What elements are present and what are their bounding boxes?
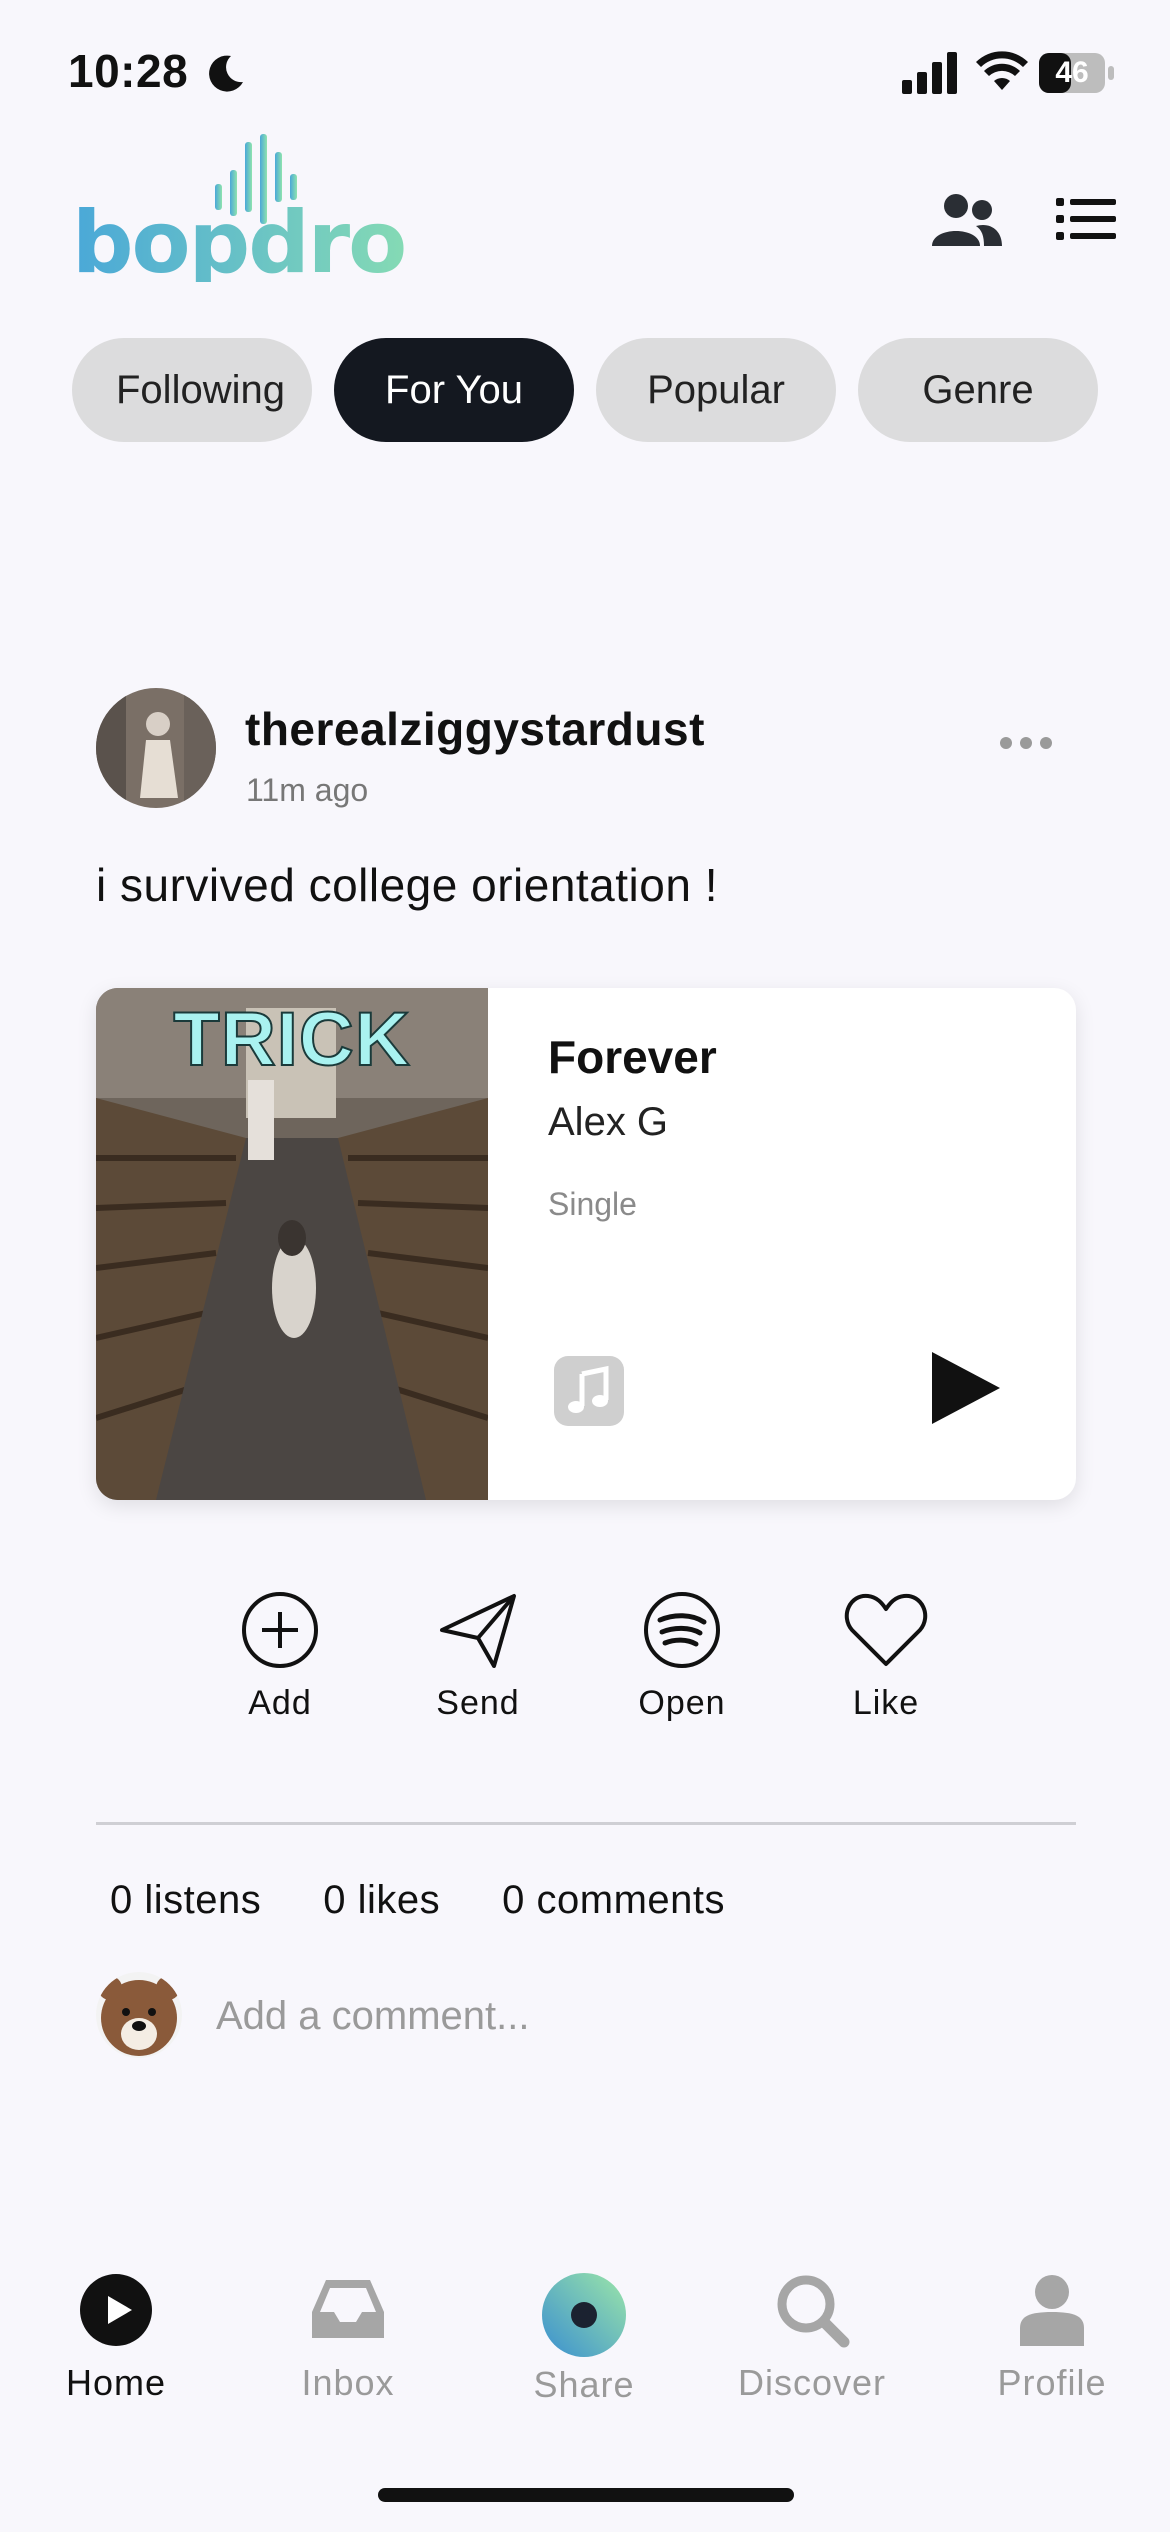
nav-inbox-label: Inbox xyxy=(301,2362,395,2403)
status-time: 10:28 xyxy=(68,45,189,97)
track-card[interactable]: TRICK Forever Alex G Single xyxy=(96,988,1076,1500)
plus-circle-icon xyxy=(242,1592,318,1668)
music-note-icon xyxy=(554,1356,624,1426)
send-button[interactable]: Send xyxy=(378,1590,578,1723)
nav-profile-label: Profile xyxy=(997,2362,1107,2403)
play-icon[interactable] xyxy=(928,1348,1004,1428)
inbox-icon xyxy=(312,2280,384,2338)
comments-count[interactable]: 0 comments xyxy=(502,1878,725,1923)
likes-count[interactable]: 0 likes xyxy=(323,1878,440,1923)
post-timestamp: 11m ago xyxy=(246,772,369,808)
nav-discover[interactable]: Discover xyxy=(712,2272,912,2404)
comment-input[interactable] xyxy=(216,1988,916,2044)
listens-count[interactable]: 0 listens xyxy=(110,1878,261,1923)
friends-icon[interactable] xyxy=(930,192,1002,248)
post-username[interactable]: therealziggystardust xyxy=(245,702,705,756)
bopdrop-logo[interactable]: bopdrop xyxy=(70,132,410,282)
open-label: Open xyxy=(638,1684,726,1722)
post-stats: 0 listens 0 likes 0 comments xyxy=(110,1878,725,1923)
person-icon xyxy=(1020,2275,1084,2346)
tab-for-you[interactable]: For You xyxy=(334,338,574,442)
nav-home-label: Home xyxy=(65,2362,167,2403)
moon-icon xyxy=(209,55,243,92)
svg-text:bopdrop: bopdrop xyxy=(72,193,410,282)
nav-share-label: Share xyxy=(533,2364,635,2405)
spotify-icon xyxy=(644,1592,720,1668)
open-button[interactable]: Open xyxy=(582,1590,782,1723)
add-label: Add xyxy=(248,1684,312,1722)
more-options-icon[interactable] xyxy=(998,732,1054,754)
nav-share[interactable]: Share xyxy=(484,2272,684,2406)
current-user-avatar xyxy=(96,1972,182,2058)
track-type: Single xyxy=(548,1186,637,1222)
tab-popular[interactable]: Popular xyxy=(596,338,836,442)
nav-inbox[interactable]: Inbox xyxy=(248,2272,448,2404)
track-artist: Alex G xyxy=(548,1100,669,1144)
search-icon xyxy=(777,2275,850,2348)
heart-icon xyxy=(844,1593,928,1666)
list-icon[interactable] xyxy=(1056,196,1116,242)
home-play-icon xyxy=(80,2274,152,2346)
tab-genre[interactable]: Genre xyxy=(858,338,1098,442)
like-button[interactable]: Like xyxy=(786,1590,986,1723)
track-title: Forever xyxy=(548,1031,717,1083)
home-indicator xyxy=(378,2488,794,2502)
album-art-title: TRICK xyxy=(172,996,411,1083)
divider xyxy=(96,1822,1076,1825)
battery-percentage: 46 xyxy=(1055,56,1089,89)
paper-plane-icon xyxy=(440,1594,516,1668)
post-caption: i survived college orientation ! xyxy=(96,859,718,911)
nav-discover-label: Discover xyxy=(737,2362,887,2403)
user-avatar[interactable] xyxy=(96,688,216,808)
like-label: Like xyxy=(852,1684,920,1722)
nav-home[interactable]: Home xyxy=(16,2272,216,2404)
share-disc-icon xyxy=(542,2273,626,2357)
send-label: Send xyxy=(436,1684,520,1722)
nav-profile[interactable]: Profile xyxy=(952,2272,1152,2404)
tab-following[interactable]: Following xyxy=(72,338,312,442)
cellular-signal-icon xyxy=(902,52,957,94)
add-button[interactable]: Add xyxy=(180,1590,380,1723)
wifi-icon xyxy=(976,51,1028,90)
